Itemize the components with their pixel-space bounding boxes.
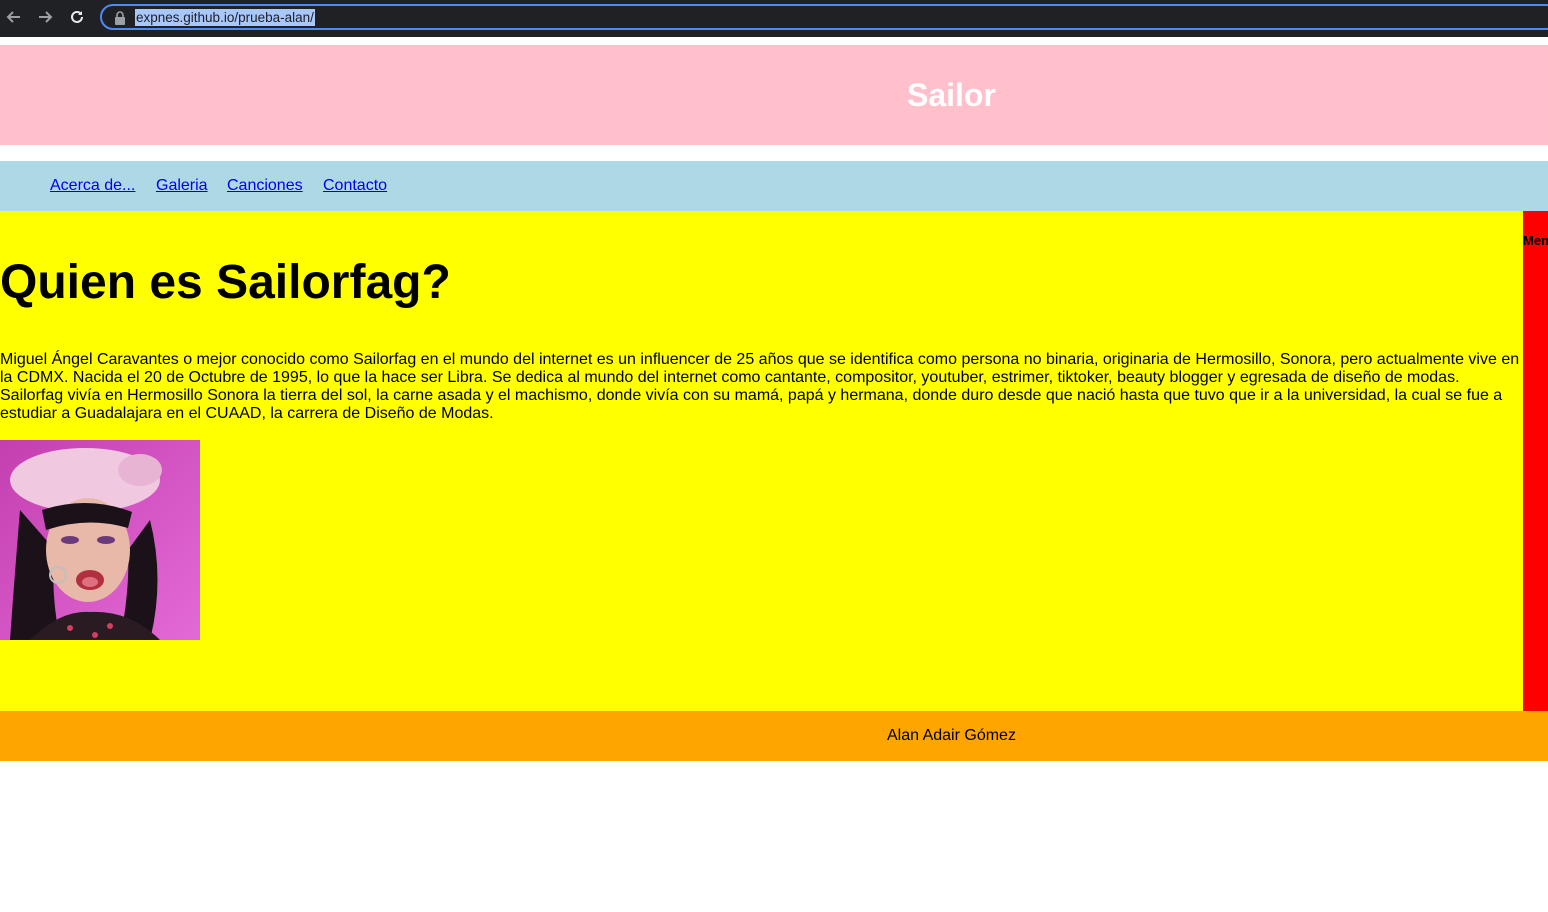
profile-photo [0,440,200,640]
lock-icon [115,11,125,25]
back-arrow-icon[interactable] [3,6,25,28]
nav-bar: Acerca de... Galeria Canciones Contacto [0,161,1548,211]
bio-paragraph: Miguel Ángel Caravantes o mejor conocido… [0,351,1520,422]
nav-link-galeria[interactable]: Galeria [156,177,208,195]
sidebar: Men [1523,211,1548,711]
nav-link-canciones[interactable]: Canciones [227,177,303,195]
main-content: Quien es Sailorfag? Miguel Ángel Caravan… [0,211,1523,711]
nav-link-contacto[interactable]: Contacto [323,177,387,195]
url-text[interactable]: expnes.github.io/prueba-alan/ [135,9,315,26]
site-header: Sailor [0,45,1548,145]
browser-toolbar: expnes.github.io/prueba-alan/ [0,0,1548,37]
address-bar[interactable]: expnes.github.io/prueba-alan/ [100,4,1548,30]
forward-arrow-icon[interactable] [34,6,56,28]
footer-author: Alan Adair Gómez [887,727,1016,744]
main-heading: Quien es Sailorfag? [0,256,451,309]
nav-link-acerca[interactable]: Acerca de... [50,177,135,195]
site-footer: Alan Adair Gómez [0,711,1548,761]
page: Sailor Acerca de... Galeria Canciones Co… [0,37,1548,912]
site-title: Sailor [907,77,996,113]
sidebar-title: Men [1523,233,1548,248]
reload-icon[interactable] [66,6,88,28]
